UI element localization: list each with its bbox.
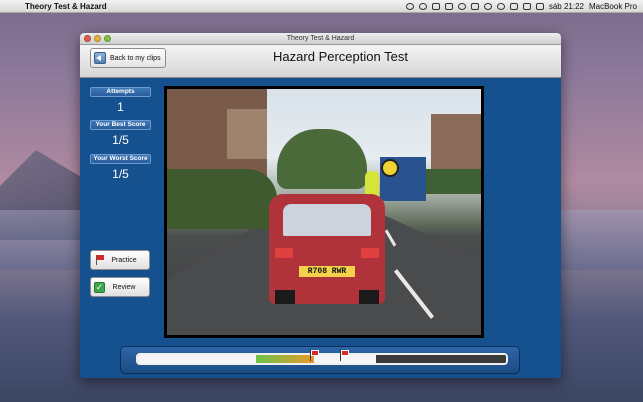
volume-icon[interactable] bbox=[509, 2, 518, 10]
menu-user[interactable]: MacBook Pro bbox=[589, 2, 637, 11]
checkmark-icon: ✓ bbox=[94, 281, 105, 293]
practice-button[interactable]: Practice bbox=[90, 250, 150, 270]
close-window-button[interactable] bbox=[84, 35, 91, 42]
status-menu: sáb 21:22 MacBook Pro bbox=[405, 0, 637, 12]
timeline-scoring-window bbox=[256, 355, 314, 363]
video-car-light bbox=[275, 248, 293, 258]
header-bar: Back to my clips Hazard Perception Test bbox=[80, 45, 561, 78]
practice-label: Practice bbox=[111, 256, 137, 264]
video-hedge-left bbox=[167, 169, 277, 229]
review-label: Review bbox=[112, 283, 136, 291]
best-score-value: 1/5 bbox=[112, 133, 129, 147]
clock-icon[interactable] bbox=[457, 2, 466, 10]
page-title-text: Hazard Perception Test bbox=[273, 49, 408, 64]
video-number-plate: R708 RWR bbox=[299, 266, 355, 277]
wifi-icon[interactable] bbox=[496, 2, 505, 10]
zoom-window-button[interactable] bbox=[104, 35, 111, 42]
worst-score-label: Your Worst Score bbox=[90, 154, 151, 164]
worst-score-value: 1/5 bbox=[112, 167, 129, 181]
bluetooth-icon[interactable] bbox=[483, 2, 492, 10]
timeline-flag-marker[interactable] bbox=[309, 349, 321, 361]
flag-icon[interactable] bbox=[535, 2, 544, 10]
headphones-icon[interactable] bbox=[405, 2, 414, 10]
minimize-window-button[interactable] bbox=[94, 35, 101, 42]
menu-clock[interactable]: sáb 21:22 bbox=[549, 2, 584, 11]
display-icon[interactable] bbox=[470, 2, 479, 10]
video-house-right bbox=[431, 114, 481, 174]
review-button[interactable]: ✓ Review bbox=[90, 277, 150, 297]
battery-icon[interactable] bbox=[522, 2, 531, 10]
video-car-wheel bbox=[359, 290, 379, 304]
attempts-value: 1 bbox=[117, 100, 124, 114]
window-titlebar[interactable]: Theory Test & Hazard bbox=[80, 33, 561, 45]
video-car-window bbox=[283, 204, 371, 236]
video-house-left-2 bbox=[227, 109, 267, 159]
hazard-video-clip[interactable]: R708 RWR bbox=[167, 89, 481, 335]
timeline-played-segment bbox=[138, 355, 256, 363]
video-red-car: R708 RWR bbox=[269, 194, 385, 304]
attempts-label: Attempts bbox=[90, 87, 151, 97]
video-trees bbox=[277, 129, 367, 189]
keyboard-icon[interactable] bbox=[444, 2, 453, 10]
video-car-wheel bbox=[275, 290, 295, 304]
timeline-remaining-segment bbox=[376, 355, 506, 363]
page-title: Hazard Perception Test bbox=[80, 49, 561, 64]
menu-bar: Theory Test & Hazard sáb 21:22 MacBook P… bbox=[0, 0, 643, 13]
app-window: Theory Test & Hazard Back to my clips Ha… bbox=[80, 33, 561, 378]
best-score-label: Your Best Score bbox=[90, 120, 151, 130]
flag-icon bbox=[95, 255, 105, 265]
record-icon[interactable] bbox=[431, 2, 440, 10]
menu-app-name[interactable]: Theory Test & Hazard bbox=[25, 2, 107, 11]
window-title: Theory Test & Hazard bbox=[286, 35, 355, 42]
video-car-light bbox=[361, 248, 379, 258]
skype-icon[interactable] bbox=[418, 2, 427, 10]
video-stop-sign bbox=[381, 159, 399, 177]
hazard-timeline[interactable] bbox=[136, 353, 508, 365]
timeline-panel bbox=[120, 346, 520, 374]
video-player[interactable]: R708 RWR bbox=[164, 86, 484, 338]
timeline-flag-marker[interactable] bbox=[339, 349, 351, 361]
